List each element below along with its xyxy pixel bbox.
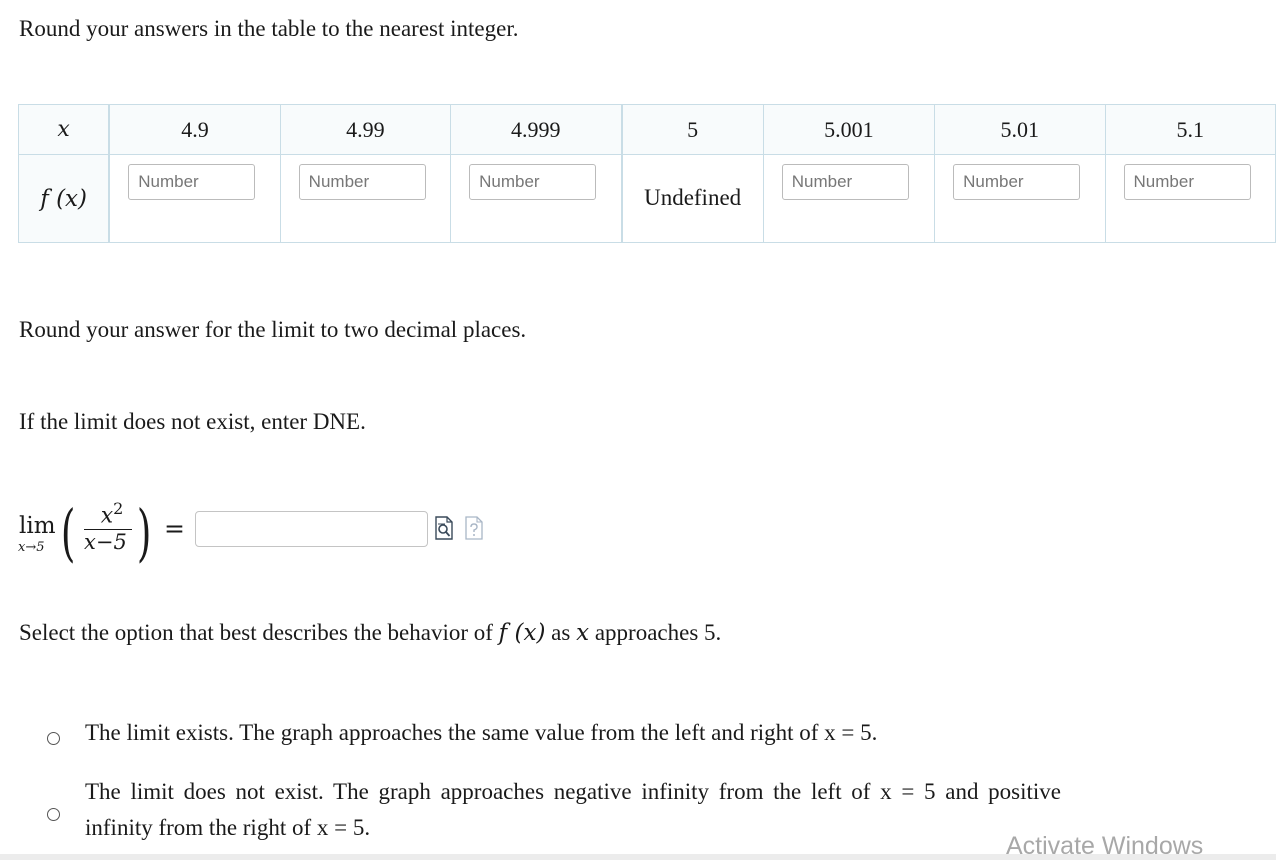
option-text: The limit exists. The graph approaches t… xyxy=(85,720,878,745)
select-prompt-text: Select the option that best describes th… xyxy=(19,620,493,645)
select-prompt-as: as xyxy=(551,620,571,645)
x-value: 4.999 xyxy=(450,104,623,155)
x-value: 4.9 xyxy=(108,104,281,155)
x-value: 5.01 xyxy=(934,104,1106,155)
select-prompt-function: f (x) xyxy=(498,620,546,646)
x-value: 4.99 xyxy=(279,104,452,155)
limit-expression: lim x→5 ( x2 x−5 ) = xyxy=(18,494,498,569)
option-text: The limit does not exist. The graph appr… xyxy=(85,779,1061,840)
lim-subscript: x→5 xyxy=(18,540,45,555)
undefined-value: Undefined xyxy=(644,185,742,210)
bottom-scroll-strip xyxy=(0,854,1276,860)
preview-doc-icon[interactable] xyxy=(434,516,454,540)
x-value: 5.001 xyxy=(762,104,936,155)
numerator-exponent: 2 xyxy=(113,499,124,518)
limit-answer-input[interactable] xyxy=(195,511,428,547)
x-row-label: x xyxy=(18,104,111,155)
radio-button[interactable] xyxy=(47,732,60,745)
select-prompt-variable: x xyxy=(576,620,590,646)
fx-input-5-1[interactable] xyxy=(1123,164,1251,200)
help-doc-icon[interactable] xyxy=(464,516,484,540)
fx-input-5-01[interactable] xyxy=(953,164,1081,200)
right-paren: ) xyxy=(136,496,152,569)
left-paren: ( xyxy=(60,496,76,569)
select-prompt-end: approaches 5. xyxy=(594,620,722,645)
radio-button[interactable] xyxy=(47,808,60,821)
fraction-numerator: x2 xyxy=(92,499,132,528)
fx-input-4-999[interactable] xyxy=(469,164,597,200)
fx-input-5-001[interactable] xyxy=(781,164,909,200)
fx-cell: Undefined xyxy=(621,154,764,243)
fx-input-4-9[interactable] xyxy=(128,164,256,200)
fx-input-4-99[interactable] xyxy=(298,164,426,200)
fraction-denominator: x−5 xyxy=(84,530,127,554)
fx-cell xyxy=(279,154,452,243)
x-row: x 4.9 4.99 4.999 5 5.001 5.01 5.1 xyxy=(18,104,1276,155)
x-value: 5.1 xyxy=(1104,104,1276,155)
numerator-base: x xyxy=(100,503,114,529)
fx-cell xyxy=(934,154,1106,243)
values-table: x 4.9 4.99 4.999 5 5.001 5.01 5.1 f (x) … xyxy=(18,104,1276,243)
dne-instruction: If the limit does not exist, enter DNE. xyxy=(19,409,366,434)
fx-cell xyxy=(762,154,936,243)
equals-sign: = xyxy=(164,514,185,543)
x-value: 5 xyxy=(621,104,764,155)
fx-cell xyxy=(108,154,281,243)
table-rounding-instruction: Round your answers in the table to the n… xyxy=(19,16,519,41)
fx-cell xyxy=(450,154,623,243)
limit-rounding-instruction: Round your answer for the limit to two d… xyxy=(19,317,527,342)
fx-row: f (x) Undefined xyxy=(18,154,1276,243)
select-prompt: Select the option that best describes th… xyxy=(19,620,721,646)
fx-row-label: f (x) xyxy=(18,154,111,243)
lim-operator: lim xyxy=(19,513,56,539)
fx-cell xyxy=(1104,154,1276,243)
